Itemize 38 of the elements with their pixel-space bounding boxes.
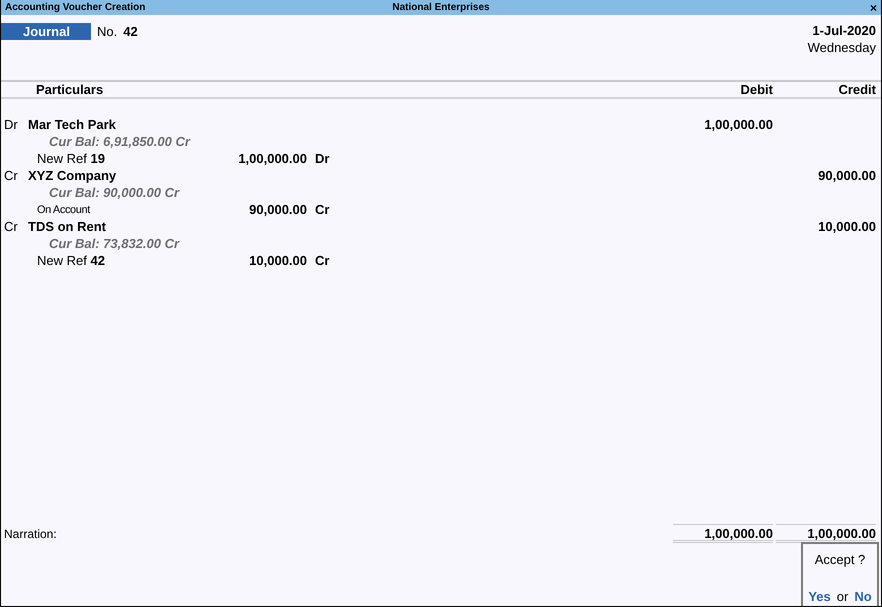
no-button[interactable]: No [854, 589, 872, 604]
ledger-name[interactable]: TDS on Rent [28, 219, 673, 234]
column-title: Debit [740, 82, 773, 97]
dr-cr-label: Cr [4, 219, 19, 234]
voucher-date[interactable]: 1-Jul-2020 [812, 23, 876, 38]
window-title: Accounting Voucher Creation [5, 2, 146, 13]
credit-amount: 90,000.00 [817, 168, 876, 183]
debit-amount: 1,00,000.00 [703, 117, 773, 132]
ledger-name[interactable]: Mar Tech Park [28, 117, 673, 132]
voucher-number: 42 [123, 24, 138, 39]
dr-cr-label: Cr [4, 168, 19, 183]
dr-cr-label: Cr [315, 202, 330, 217]
debit-total: 1,00,000.00 [673, 524, 773, 543]
number-label: No. [97, 24, 118, 39]
column-title: Particulars [36, 82, 104, 97]
company-name: National Enterprises [392, 2, 490, 13]
credit-amount: 10,000.00 [817, 219, 876, 234]
close-button[interactable]: × [870, 2, 877, 14]
bill-reference: New Ref 19 [37, 151, 106, 166]
yes-button[interactable]: Yes [808, 589, 831, 604]
current-balance: Cur Bal: 73,832.00 Cr [48, 236, 180, 251]
column-title: Credit [837, 82, 876, 97]
bill-amount: 1,00,000.00 [237, 151, 307, 166]
dr-cr-label: Dr [4, 117, 19, 132]
bill-amount: 10,000.00 [248, 253, 307, 268]
weekday: Wednesday [808, 40, 876, 55]
or-label: or [836, 589, 848, 604]
ledger-name[interactable]: XYZ Company [28, 168, 673, 183]
voucher-type[interactable]: Journal [1, 23, 91, 40]
dialog-question: Accept ? [814, 552, 866, 567]
current-balance: Cur Bal: 90,000.00 Cr [48, 185, 180, 200]
dr-cr-label: Dr [315, 151, 330, 166]
bill-amount: 90,000.00 [248, 202, 307, 217]
bill-type: On Account [37, 204, 92, 216]
bill-reference: New Ref 42 [37, 253, 106, 268]
dr-cr-label: Cr [315, 253, 330, 268]
current-balance: Cur Bal: 6,91,850.00 Cr [48, 134, 190, 149]
narration-label: Narration: [4, 526, 58, 540]
